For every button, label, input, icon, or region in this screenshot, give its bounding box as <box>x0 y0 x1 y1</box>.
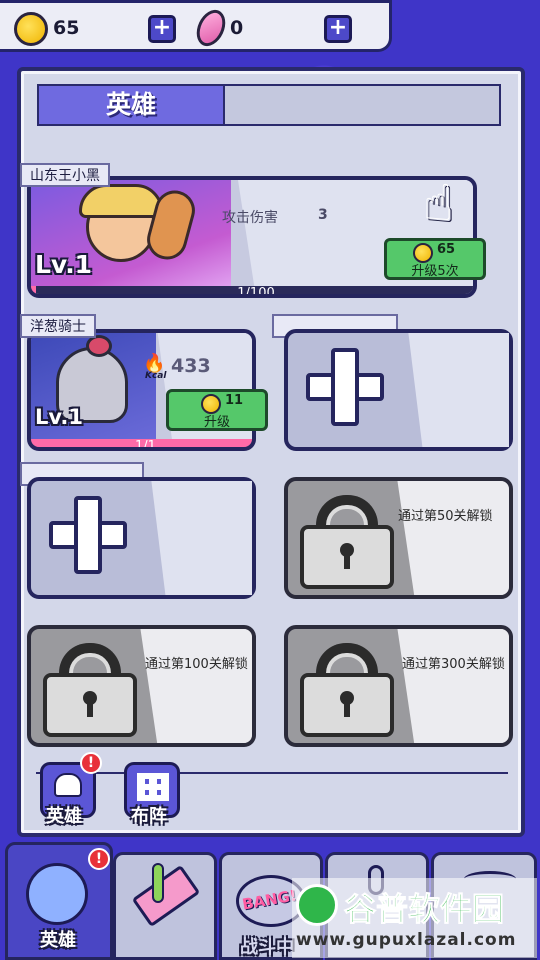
gem-count: 0 <box>230 17 244 39</box>
onion-top <box>86 335 112 357</box>
upgrade-cost: 65 <box>437 242 456 257</box>
hero-hair <box>79 184 163 218</box>
watermark-text: 谷普软件园 <box>343 890 505 929</box>
hero-icon <box>54 773 82 797</box>
unlock-requirement: 通过第300关解锁 <box>402 657 505 672</box>
panel-title: 英雄 <box>105 90 156 119</box>
onion-hero-icon <box>26 863 88 925</box>
hero-progress-bar: 1/100 <box>31 286 473 298</box>
hero-level: Lv.1 <box>35 250 93 279</box>
upgrade-button-2[interactable]: 11 升级 <box>166 389 268 431</box>
coin-icon <box>14 12 48 46</box>
locked-slot-100: 通过第100关解锁 <box>27 625 256 747</box>
upgrade-label: 升级 <box>203 415 230 430</box>
nav-weapons[interactable] <box>113 852 217 960</box>
upgrade-label: 升级5次 <box>411 264 459 279</box>
kcal-value: 433 <box>171 355 211 377</box>
hero-level: Lv.1 <box>35 405 83 429</box>
upgrade-cost: 11 <box>225 393 244 408</box>
alert-badge: ! <box>88 848 110 870</box>
watermark-url: www.gupuxlazal.com <box>296 930 517 950</box>
upgrade-button-1[interactable]: 65 升级5次 <box>384 238 486 280</box>
divider <box>36 772 508 774</box>
unlock-requirement: 通过第100关解锁 <box>145 657 248 672</box>
pistol-icon <box>131 864 201 928</box>
kcal-label: Kcal <box>145 371 167 381</box>
nav-heroes-label: 英雄 <box>40 930 76 951</box>
hero-name-1: 山东王小黑 <box>20 163 110 187</box>
empty-hero-slot-1[interactable] <box>284 329 513 451</box>
progress-text: 1/1 <box>135 439 156 451</box>
add-gems-button[interactable]: + <box>324 15 352 43</box>
coin-count: 65 <box>53 17 80 39</box>
grid-icon <box>137 773 169 801</box>
progress-text: 1/100 <box>237 286 275 298</box>
watermark-logo <box>296 884 338 926</box>
add-coins-button[interactable]: + <box>148 15 176 43</box>
sub-tab-formation-label: 布阵 <box>131 806 167 827</box>
locked-slot-300: 通过第300关解锁 <box>284 625 513 747</box>
alert-badge: ! <box>80 752 102 774</box>
pointing-hand-icon: ☝ <box>423 176 454 232</box>
bullet-icon <box>152 863 164 903</box>
stat-value: 3 <box>318 207 328 223</box>
sub-tab-heroes-label: 英雄 <box>46 806 82 827</box>
locked-slot-50: 通过第50关解锁 <box>284 477 513 599</box>
hero-name-2: 洋葱骑士 <box>20 314 96 338</box>
empty-hero-slot-2[interactable] <box>27 477 256 599</box>
hero-progress-bar: 1/1 <box>31 439 252 451</box>
unlock-requirement: 通过第50关解锁 <box>398 509 493 524</box>
stat-label: 攻击伤害 <box>222 210 278 226</box>
nav-battle-label: 战斗中 <box>240 937 294 958</box>
